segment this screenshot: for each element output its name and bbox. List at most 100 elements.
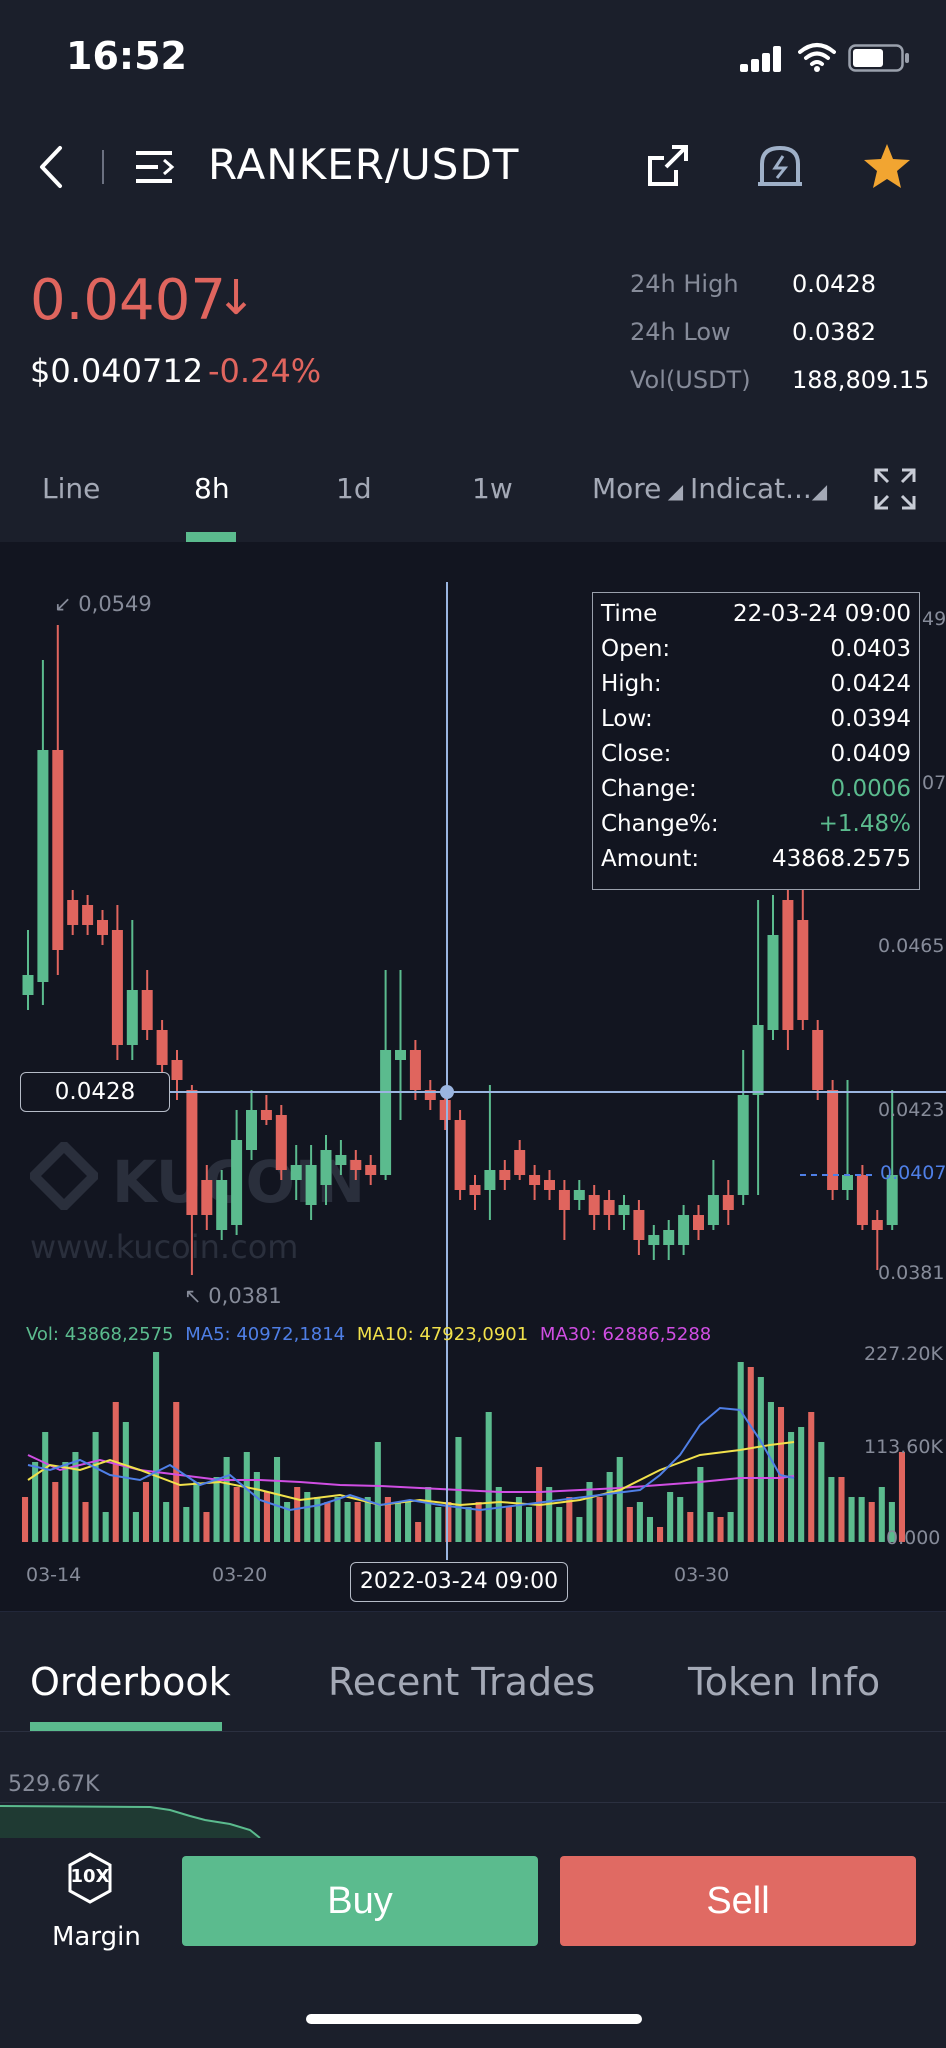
candle-body <box>67 900 79 925</box>
candle-body <box>171 1060 183 1080</box>
tooltip-label: Close: <box>601 741 672 767</box>
tooltip-value: 0.0409 <box>830 741 911 767</box>
volume-bar <box>586 1482 593 1542</box>
tab-divider <box>0 1731 946 1732</box>
volume-bar <box>294 1487 301 1542</box>
volume-bar <box>838 1477 845 1542</box>
volume-bar <box>878 1487 885 1542</box>
candle-body <box>126 990 138 1045</box>
tooltip-value: 0.0424 <box>830 671 911 697</box>
depth-axis-label: 529.67K <box>8 1772 100 1797</box>
volume-bar <box>314 1497 321 1542</box>
candle-body <box>201 1180 213 1215</box>
volume-bar <box>62 1462 69 1542</box>
chart-min-label: 0,0381 <box>208 1284 282 1308</box>
tooltip-value: 0.0403 <box>830 636 911 662</box>
volume-bar <box>636 1502 643 1542</box>
home-indicator <box>306 2014 642 2024</box>
candle-body <box>558 1190 570 1210</box>
volume-bar <box>213 1477 220 1542</box>
tooltip-row-time: Time 22-03-24 09:00 <box>601 601 911 635</box>
candle-body <box>156 1030 168 1065</box>
margin-badge: 10X <box>70 1866 110 1887</box>
volume-bar <box>415 1522 422 1542</box>
volume-bar <box>475 1502 482 1542</box>
candle-body <box>722 1195 734 1210</box>
price-axis-label: 49 <box>922 608 946 630</box>
volume-axis-label: 0.000 <box>886 1527 941 1549</box>
tab-token-info[interactable]: Token Info <box>688 1660 880 1704</box>
volume-bar <box>717 1517 724 1542</box>
tab-recent-trades[interactable]: Recent Trades <box>328 1660 595 1704</box>
tooltip-label: Amount: <box>601 846 700 872</box>
ma30-line <box>27 1454 795 1493</box>
current-price-label: 0.0407 <box>880 1162 946 1184</box>
crosshair-dot <box>440 1085 454 1099</box>
volume-bar <box>122 1422 129 1542</box>
date-axis-label: 03-20 <box>212 1564 268 1586</box>
candle-body <box>469 1185 481 1195</box>
volume-bar <box>52 1482 59 1542</box>
tooltip-row-low: Low: 0.0394 <box>601 706 911 740</box>
volume-bar <box>767 1402 774 1542</box>
price-axis-label: 0.0423 <box>878 1099 945 1121</box>
tooltip-value: +1.48% <box>818 811 911 837</box>
candle-body <box>678 1215 690 1245</box>
volume-bar <box>858 1497 865 1542</box>
volume-bar <box>616 1457 623 1542</box>
volume-bar <box>183 1507 190 1542</box>
candle-body <box>633 1210 645 1240</box>
tooltip-label: Change%: <box>601 811 719 837</box>
candle-body <box>544 1180 555 1190</box>
volume-bar <box>435 1507 442 1542</box>
volume-bar <box>566 1497 573 1542</box>
volume-bar <box>112 1402 119 1542</box>
sell-button[interactable]: Sell <box>560 1856 916 1946</box>
volume-bar <box>405 1502 412 1542</box>
tooltip-value: 0.0394 <box>830 706 911 732</box>
price-axis-label: 07 <box>922 772 946 794</box>
candle-body <box>409 1050 421 1090</box>
tooltip-row-change: Change: 0.0006 <box>601 776 911 810</box>
volume-bar <box>92 1432 99 1542</box>
volume-bar <box>737 1362 744 1542</box>
arrow-down-left-icon: ↙ <box>54 592 79 616</box>
candle-body <box>97 920 108 935</box>
chart-max-label: 0,0549 <box>78 592 152 616</box>
volume-bar <box>153 1352 160 1542</box>
volume-bar <box>334 1497 341 1542</box>
volume-bar <box>132 1512 139 1542</box>
candle-body <box>752 1025 764 1095</box>
ma10-line <box>27 1441 795 1507</box>
volume-bar <box>425 1487 432 1542</box>
volume-bar <box>163 1502 170 1542</box>
volume-bar <box>22 1497 29 1542</box>
volume-bar <box>203 1512 210 1542</box>
candle-body <box>380 1050 392 1175</box>
legend-ma5: MA5: 40972,1814 <box>185 1324 346 1345</box>
candle-body <box>320 1150 332 1185</box>
volume-bar <box>626 1507 633 1542</box>
candle-body <box>797 920 809 1020</box>
volume-bar <box>465 1507 472 1542</box>
volume-bar <box>747 1367 754 1542</box>
volume-bar <box>263 1492 270 1542</box>
volume-bar <box>364 1497 371 1542</box>
candle-body <box>663 1230 675 1245</box>
buy-button[interactable]: Buy <box>182 1856 538 1946</box>
ma5-line <box>27 1406 795 1512</box>
volume-bar <box>606 1472 613 1542</box>
volume-bar <box>273 1457 281 1542</box>
candle-body <box>603 1200 615 1215</box>
volume-bar <box>707 1512 714 1542</box>
tab-orderbook[interactable]: Orderbook <box>30 1660 231 1704</box>
candle-body <box>514 1150 526 1175</box>
legend-ma30: MA30: 62886,5288 <box>539 1324 712 1345</box>
volume-bar <box>253 1472 260 1542</box>
candle-body <box>812 1030 824 1090</box>
volume-bar <box>485 1412 492 1542</box>
chart-max-annotation: ↙ 0,0549 <box>54 592 152 616</box>
candle-body <box>618 1205 630 1215</box>
volume-bar <box>505 1507 512 1542</box>
candle-body <box>37 750 49 982</box>
